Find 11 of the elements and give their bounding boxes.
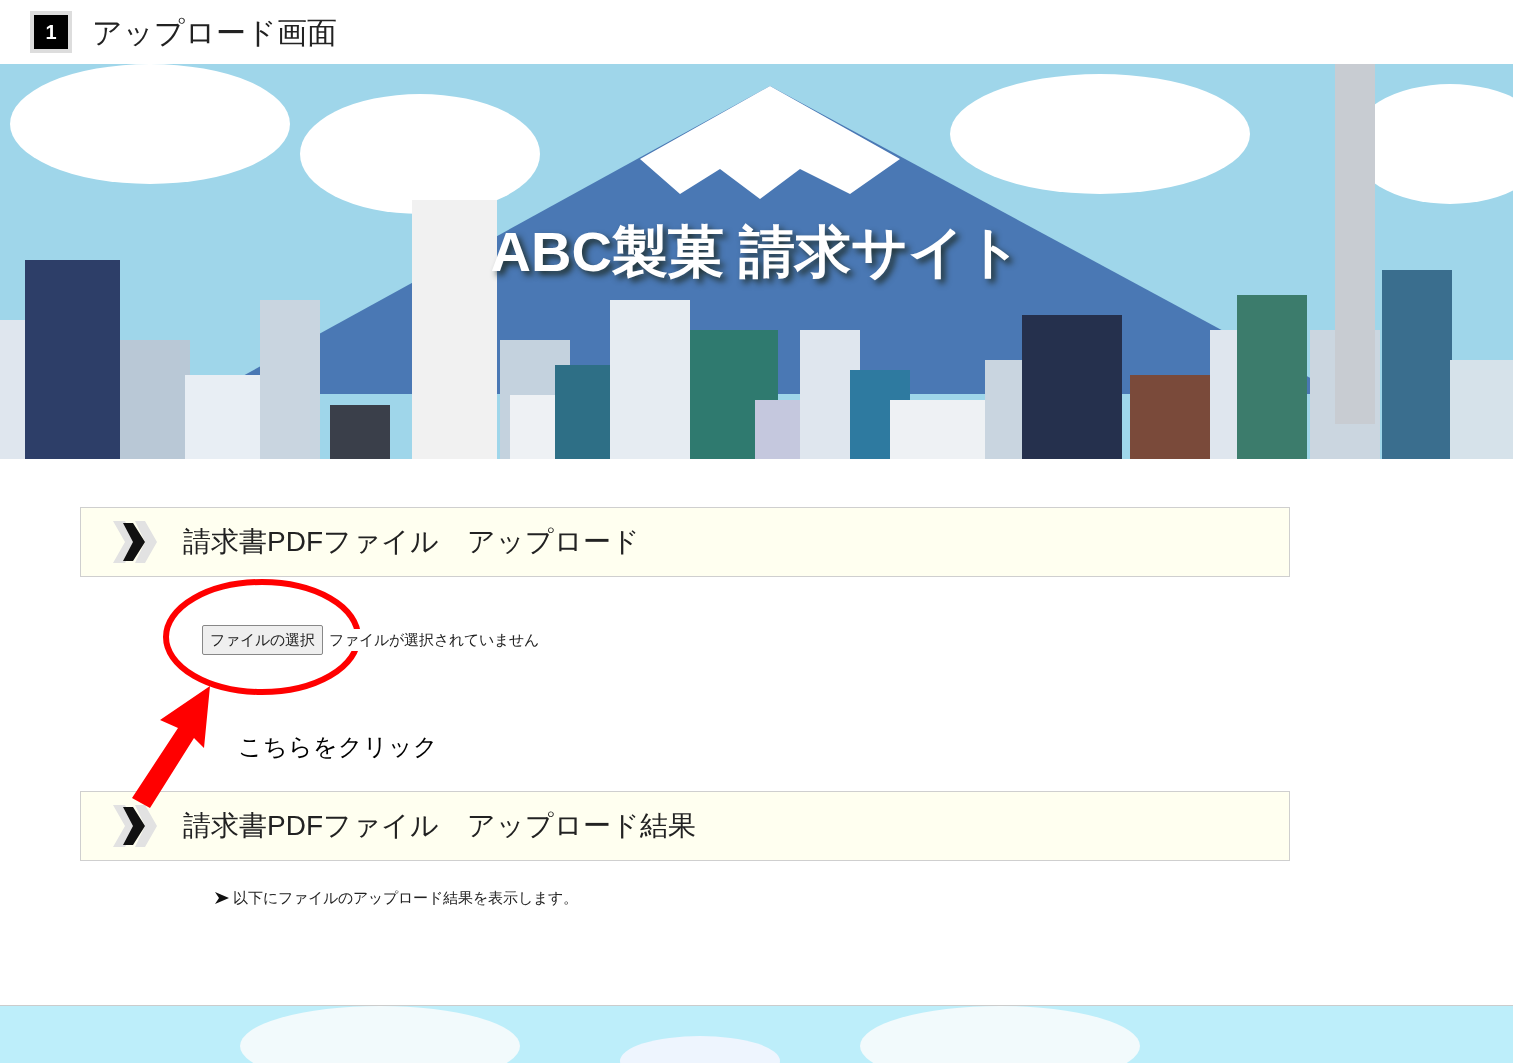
arrowhead-icon — [215, 892, 229, 905]
file-status-text: ファイルが選択されていません — [329, 628, 539, 652]
result-note: 以下にファイルのアップロード結果を表示します。 — [233, 888, 578, 908]
double-chevron-icon — [111, 803, 157, 849]
annotation-text: こちらをクリック — [238, 732, 438, 762]
double-chevron-icon — [111, 519, 157, 565]
file-select-button[interactable]: ファイルの選択 — [202, 625, 323, 655]
section-title: 請求書PDFファイル アップロード — [183, 525, 640, 559]
section-title: 請求書PDFファイル アップロード結果 — [183, 809, 696, 843]
number-badge: 1 — [30, 11, 72, 53]
page-title: アップロード画面 — [92, 14, 337, 51]
